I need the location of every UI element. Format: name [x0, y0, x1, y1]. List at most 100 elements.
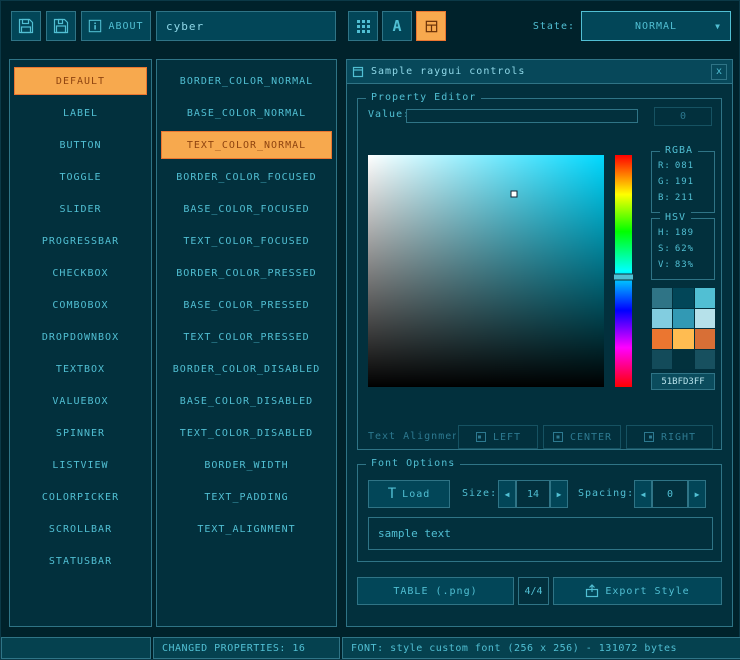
control-item-scrollbar[interactable]: SCROLLBAR: [14, 515, 147, 543]
about-button[interactable]: ABOUT: [81, 11, 151, 41]
statusbar-font-info: FONT: style custom font (256 x 256) - 13…: [342, 637, 740, 659]
window-icon: [352, 66, 364, 78]
palette-swatch[interactable]: [652, 288, 672, 308]
property-item-border_color_normal[interactable]: BORDER_COLOR_NORMAL: [161, 67, 332, 95]
property-item-base_color_disabled[interactable]: BASE_COLOR_DISABLED: [161, 387, 332, 415]
palette-swatch[interactable]: [673, 309, 693, 329]
property-item-text_alignment[interactable]: TEXT_ALIGNMENT: [161, 515, 332, 543]
hex-color-input[interactable]: 51BFD3FF: [651, 373, 715, 390]
value-slider[interactable]: [406, 109, 638, 123]
state-dropdown[interactable]: NORMAL ▼: [581, 11, 731, 41]
control-item-button[interactable]: BUTTON: [14, 131, 147, 159]
close-icon[interactable]: x: [711, 64, 727, 80]
palette-swatch[interactable]: [673, 350, 693, 370]
palette-swatch[interactable]: [652, 329, 672, 349]
property-item-text_color_normal[interactable]: TEXT_COLOR_NORMAL: [161, 131, 332, 159]
export-icon: [585, 584, 599, 598]
export-style-button[interactable]: Export Style: [553, 577, 722, 605]
hue-slider-handle[interactable]: [613, 273, 634, 280]
control-item-combobox[interactable]: COMBOBOX: [14, 291, 147, 319]
color-picker-panel[interactable]: [368, 155, 604, 387]
property-item-border_color_pressed[interactable]: BORDER_COLOR_PRESSED: [161, 259, 332, 287]
table-pages-value[interactable]: 4/4: [518, 577, 549, 605]
font-size-label: Size:: [462, 480, 497, 508]
control-item-default[interactable]: DEFAULT: [14, 67, 147, 95]
rgba-r-row: R:081: [652, 159, 714, 174]
align-left-button[interactable]: LEFT: [458, 425, 538, 449]
control-item-progressbar[interactable]: PROGRESSBAR: [14, 227, 147, 255]
palette-swatch[interactable]: [695, 288, 715, 308]
chevron-down-icon: ▼: [715, 22, 721, 31]
align-center-button[interactable]: CENTER: [543, 425, 621, 449]
palette-swatch[interactable]: [652, 309, 672, 329]
align-right-label: RIGHT: [661, 432, 696, 443]
property-item-text_color_pressed[interactable]: TEXT_COLOR_PRESSED: [161, 323, 332, 351]
palette-swatch[interactable]: [695, 329, 715, 349]
property-item-base_color_focused[interactable]: BASE_COLOR_FOCUSED: [161, 195, 332, 223]
font-spacing-value[interactable]: 0: [652, 480, 688, 508]
table-png-button[interactable]: TABLE (.png): [357, 577, 514, 605]
grid-view-button[interactable]: [348, 11, 378, 41]
window-title: Sample raygui controls: [371, 66, 525, 77]
style-palette: [652, 288, 715, 369]
control-item-checkbox[interactable]: CHECKBOX: [14, 259, 147, 287]
value-box[interactable]: 0: [654, 107, 712, 126]
property-item-border_color_focused[interactable]: BORDER_COLOR_FOCUSED: [161, 163, 332, 191]
align-left-label: LEFT: [493, 432, 521, 443]
align-left-icon: [475, 431, 487, 443]
font-spacing-decrement-button[interactable]: ◀: [634, 480, 652, 508]
control-item-toggle[interactable]: TOGGLE: [14, 163, 147, 191]
property-item-base_color_normal[interactable]: BASE_COLOR_NORMAL: [161, 99, 332, 127]
window-table-icon: [424, 19, 439, 34]
palette-swatch[interactable]: [652, 350, 672, 370]
property-item-base_color_pressed[interactable]: BASE_COLOR_PRESSED: [161, 291, 332, 319]
rguistyler-app: ABOUT cyber A State: NORMAL ▼ DEFAULT LAB…: [0, 0, 740, 660]
property-item-border_color_disabled[interactable]: BORDER_COLOR_DISABLED: [161, 355, 332, 383]
controls-list: DEFAULT LABEL BUTTON TOGGLE SLIDER PROGRESSBA…: [9, 59, 152, 627]
state-label: State:: [499, 11, 575, 41]
palette-swatch[interactable]: [673, 329, 693, 349]
export-style-label: Export Style: [605, 586, 689, 597]
hsv-s-row: S:62%: [652, 242, 714, 257]
palette-swatch[interactable]: [673, 288, 693, 308]
property-item-text_color_disabled[interactable]: TEXT_COLOR_DISABLED: [161, 419, 332, 447]
value-label: Value:: [368, 109, 410, 120]
save-style-as-button[interactable]: [46, 11, 76, 41]
load-font-button[interactable]: T Load: [368, 480, 450, 508]
rgba-group: RGBA R:081 G:191 B:211: [651, 151, 715, 213]
property-item-text_padding[interactable]: TEXT_PADDING: [161, 483, 332, 511]
control-item-dropdownbox[interactable]: DROPDOWNBOX: [14, 323, 147, 351]
property-editor-group: Property Editor Value: 0 RGBA R:081 G:19…: [357, 98, 722, 450]
control-item-valuebox[interactable]: VALUEBOX: [14, 387, 147, 415]
color-picker-cursor[interactable]: [511, 191, 518, 198]
save-style-button[interactable]: [11, 11, 41, 41]
rgba-g-row: G:191: [652, 175, 714, 190]
control-item-slider[interactable]: SLIDER: [14, 195, 147, 223]
align-right-button[interactable]: RIGHT: [626, 425, 713, 449]
font-t-icon: T: [388, 486, 396, 502]
property-item-text_color_focused[interactable]: TEXT_COLOR_FOCUSED: [161, 227, 332, 255]
sample-text-input[interactable]: sample text: [368, 517, 713, 550]
palette-swatch[interactable]: [695, 350, 715, 370]
control-item-statusbar[interactable]: STATUSBAR: [14, 547, 147, 575]
hue-bar[interactable]: [615, 155, 632, 387]
control-item-listview[interactable]: LISTVIEW: [14, 451, 147, 479]
control-item-spinner[interactable]: SPINNER: [14, 419, 147, 447]
palette-swatch[interactable]: [695, 309, 715, 329]
sample-controls-window: Sample raygui controls x Property Editor…: [346, 59, 733, 627]
floppy-disk-icon: [53, 18, 69, 34]
property-item-border_width[interactable]: BORDER_WIDTH: [161, 451, 332, 479]
rgba-label: RGBA: [660, 145, 698, 156]
font-size-increment-button[interactable]: ▶: [550, 480, 568, 508]
control-item-colorpicker[interactable]: COLORPICKER: [14, 483, 147, 511]
style-name-input[interactable]: cyber: [156, 11, 336, 41]
controls-table-view-button[interactable]: [416, 11, 446, 41]
font-spacing-increment-button[interactable]: ▶: [688, 480, 706, 508]
control-item-label[interactable]: LABEL: [14, 99, 147, 127]
hsv-group: HSV H:189 S:62% V:83%: [651, 218, 715, 280]
arrow-right-icon: ▶: [695, 490, 700, 499]
control-item-textbox[interactable]: TEXTBOX: [14, 355, 147, 383]
font-size-value[interactable]: 14: [516, 480, 550, 508]
font-size-decrement-button[interactable]: ◀: [498, 480, 516, 508]
font-atlas-button[interactable]: A: [382, 11, 412, 41]
